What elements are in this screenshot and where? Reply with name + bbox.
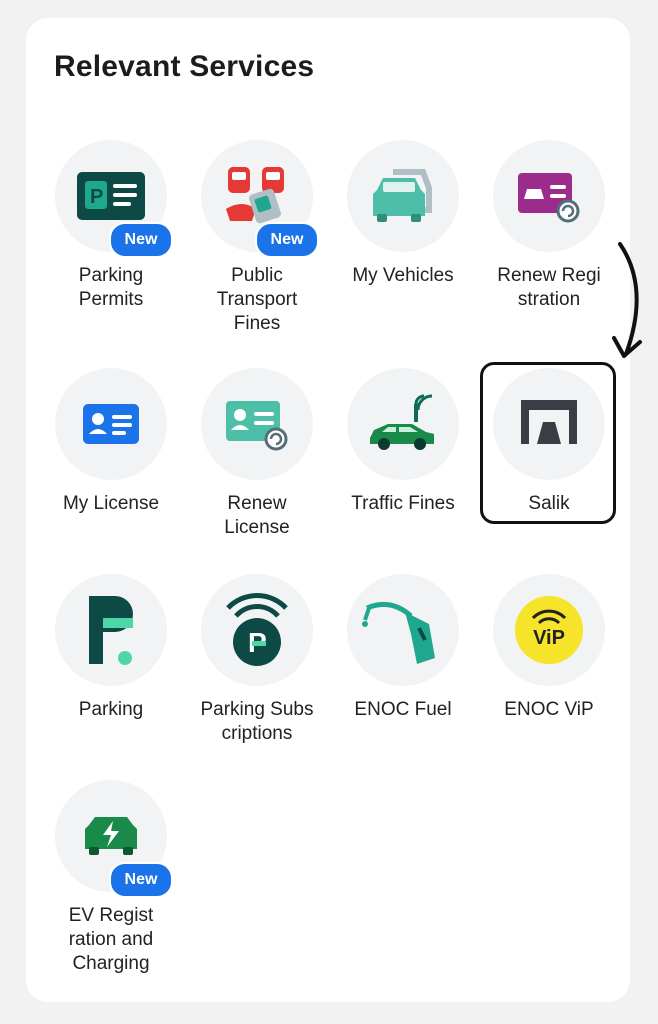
service-parking-permits[interactable]: P New Parking Permits xyxy=(38,140,184,368)
service-label: Parking Subs criptions xyxy=(200,699,314,744)
service-label: Renew License xyxy=(224,493,290,538)
svg-text:P: P xyxy=(90,186,103,208)
service-label: Parking Permits xyxy=(78,265,144,310)
renew-license-icon xyxy=(226,401,288,451)
service-label: Traffic Fines xyxy=(351,493,455,514)
fuel-nozzle-icon xyxy=(362,601,435,664)
license-card-icon xyxy=(83,404,139,444)
public-transport-icon xyxy=(226,167,284,224)
service-label: Parking xyxy=(78,699,144,720)
service-public-transport-fines[interactable]: New Public Transport Fines xyxy=(184,140,330,368)
service-enoc-fuel[interactable]: ENOC Fuel xyxy=(330,574,476,780)
vip-logo-text: ViP xyxy=(533,627,565,649)
parking-permit-icon: P xyxy=(77,172,145,220)
service-enoc-vip[interactable]: ViP ENOC ViP xyxy=(476,574,622,780)
salik-highlight-box xyxy=(480,362,616,524)
service-label: ENOC Fuel xyxy=(354,699,452,720)
service-parking[interactable]: Parking xyxy=(38,574,184,780)
vehicles-icon xyxy=(373,169,432,222)
service-traffic-fines[interactable]: Traffic Fines xyxy=(330,368,476,574)
service-ev-registration-charging[interactable]: New EV Regist ration and Charging xyxy=(38,780,184,990)
section-title: Relevant Services xyxy=(54,50,315,83)
traffic-fines-car-icon xyxy=(370,394,434,450)
enoc-vip-icon: ViP xyxy=(515,596,583,664)
service-label: Public Transport Fines xyxy=(216,265,298,334)
service-label: EV Regist ration and Charging xyxy=(68,905,154,974)
renew-registration-icon xyxy=(518,173,580,223)
service-renew-license[interactable]: Renew License xyxy=(184,368,330,574)
service-label: My License xyxy=(62,493,160,514)
new-badge: New xyxy=(109,862,173,898)
parking-subscription-icon: P xyxy=(226,593,288,666)
new-badge: New xyxy=(255,222,319,258)
service-my-vehicles[interactable]: My Vehicles xyxy=(330,140,476,368)
service-label: My Vehicles xyxy=(352,265,454,286)
ev-charging-icon xyxy=(85,817,137,855)
service-label: ENOC ViP xyxy=(504,699,594,720)
service-my-license[interactable]: My License xyxy=(38,368,184,574)
parking-p-icon xyxy=(89,596,133,665)
services-grid: P New Parking Permits New Public Transpo… xyxy=(38,140,622,990)
curved-arrow-icon xyxy=(612,242,642,358)
service-parking-subscriptions[interactable]: P Parking Subs criptions xyxy=(184,574,330,780)
new-badge: New xyxy=(109,222,173,258)
